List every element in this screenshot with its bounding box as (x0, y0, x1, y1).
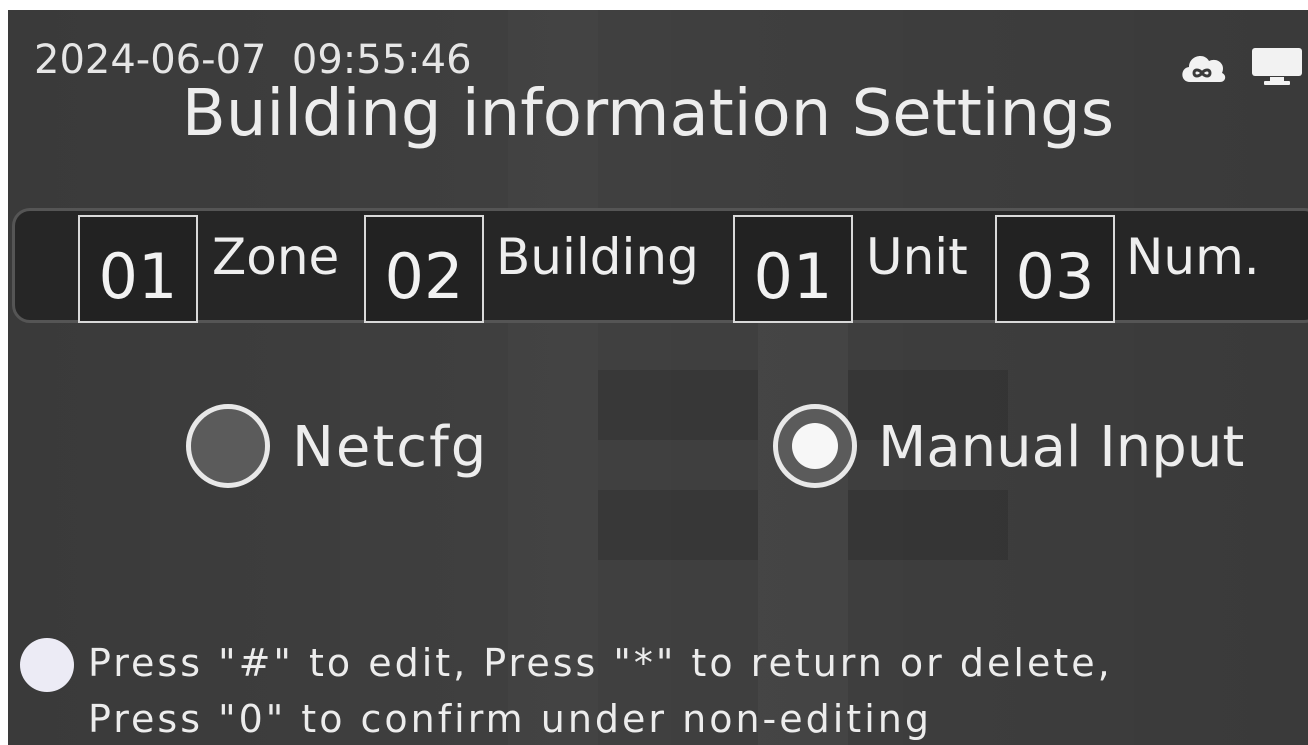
unit-label: Unit (866, 228, 968, 286)
manual-input-label[interactable]: Manual Input (878, 420, 1244, 476)
building-value: 02 (384, 239, 464, 313)
netcfg-label[interactable]: Netcfg (292, 420, 488, 476)
radio-selected-dot (792, 423, 838, 469)
netcfg-radio[interactable] (186, 404, 270, 488)
unit-value: 01 (753, 239, 833, 313)
manual-input-radio[interactable] (773, 404, 857, 488)
bg-texture (598, 370, 758, 440)
bg-texture (598, 490, 758, 560)
datetime-display: 2024-06-07 09:55:46 (34, 37, 472, 83)
page-title: Building information Settings (181, 77, 1115, 151)
building-label: Building (496, 228, 699, 286)
hint-line-1: Press "#" to edit, Press "*" to return o… (88, 641, 1113, 685)
unit-field[interactable]: 01 (733, 215, 853, 323)
monitor-icon (1250, 46, 1304, 86)
building-field[interactable]: 02 (364, 215, 484, 323)
num-field[interactable]: 03 (995, 215, 1115, 323)
num-value: 03 (1015, 239, 1095, 313)
hint-line-2: Press "0" to confirm under non-editing (88, 697, 932, 741)
zone-value: 01 (98, 239, 178, 313)
zone-label: Zone (212, 228, 340, 286)
zone-field[interactable]: 01 (78, 215, 198, 323)
num-label: Num. (1126, 228, 1260, 286)
device-screen: 2024-06-07 09:55:46 Building information… (8, 10, 1308, 745)
hint-bullet-icon (20, 638, 74, 692)
bg-texture (848, 490, 1008, 560)
status-icons (1178, 46, 1304, 86)
cloud-link-icon (1178, 48, 1228, 84)
